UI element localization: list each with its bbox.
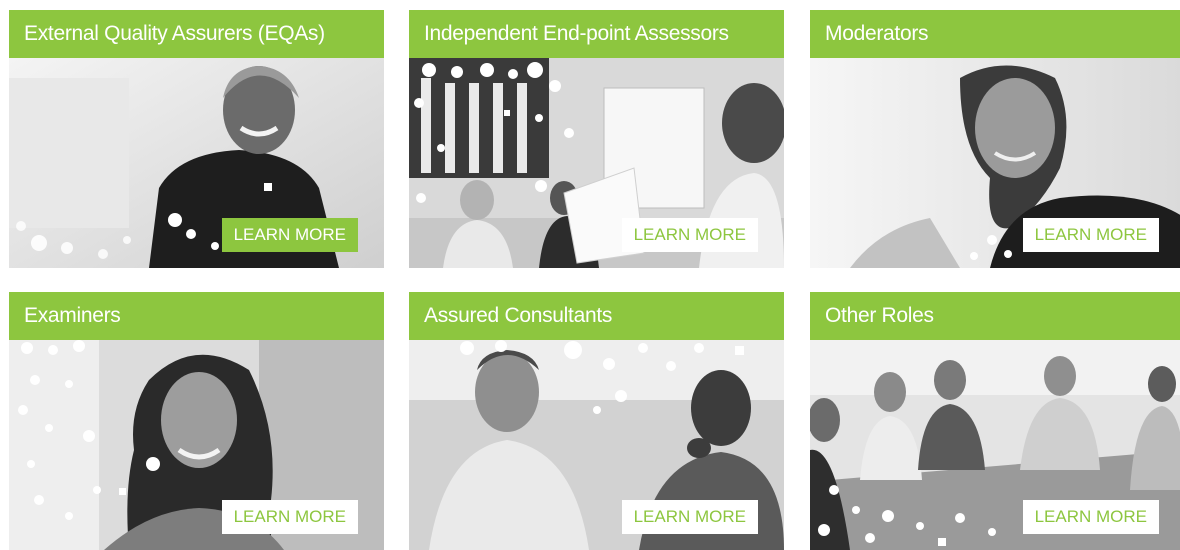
card-title[interactable]: Examiners	[9, 292, 384, 340]
learn-more-button[interactable]: LEARN MORE	[621, 500, 758, 534]
card-title[interactable]: External Quality Assurers (EQAs)	[9, 10, 384, 58]
card-title[interactable]: Independent End-point Assessors	[409, 10, 784, 58]
card-title[interactable]: Other Roles	[810, 292, 1180, 340]
learn-more-button[interactable]: LEARN MORE	[1022, 218, 1159, 252]
learn-more-button[interactable]: LEARN MORE	[1022, 500, 1159, 534]
role-card-eqa[interactable]: External Quality Assurers (EQAs) LEARN M…	[9, 10, 384, 268]
role-card-moderators[interactable]: Moderators LEARN MORE	[810, 10, 1180, 268]
role-card-other-roles[interactable]: Other Roles LEARN MORE	[810, 292, 1180, 550]
learn-more-button[interactable]: LEARN MORE	[221, 500, 358, 534]
learn-more-button[interactable]: LEARN MORE	[221, 218, 358, 252]
learn-more-button[interactable]: LEARN MORE	[621, 218, 758, 252]
card-title[interactable]: Assured Consultants	[409, 292, 784, 340]
role-card-end-point-assessors[interactable]: Independent End-point Assessors LEARN MO…	[409, 10, 784, 268]
role-card-grid: External Quality Assurers (EQAs) LEARN M…	[0, 0, 1180, 550]
role-card-examiners[interactable]: Examiners LEARN MORE	[9, 292, 384, 550]
role-card-assured-consultants[interactable]: Assured Consultants LEARN MORE	[409, 292, 784, 550]
card-title[interactable]: Moderators	[810, 10, 1180, 58]
